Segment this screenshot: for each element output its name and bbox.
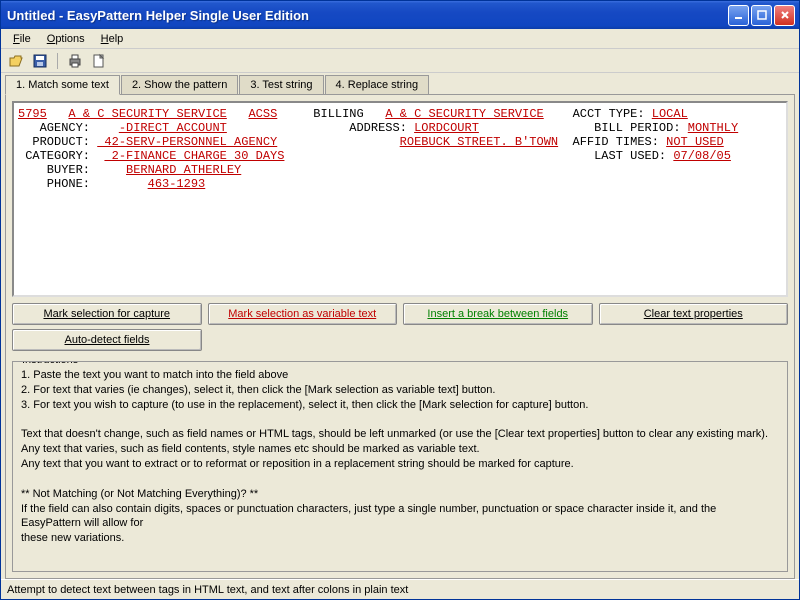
- field-label: CATEGORY:: [18, 149, 104, 163]
- print-icon[interactable]: [66, 52, 84, 70]
- field-value: LORDCOURT: [414, 121, 479, 135]
- statusbar: Attempt to detect text between tags in H…: [1, 579, 799, 599]
- field-value: MONTHLY: [688, 121, 738, 135]
- tab-match-text[interactable]: 1. Match some text: [5, 75, 120, 95]
- mark-capture-button[interactable]: Mark selection for capture: [12, 303, 202, 325]
- field-value: ACSS: [248, 107, 277, 121]
- maximize-button[interactable]: [751, 5, 772, 26]
- field-value: 07/08/05: [673, 149, 731, 163]
- field-label: PHONE:: [18, 177, 148, 191]
- field-value: -DIRECT ACCOUNT: [119, 121, 227, 135]
- close-button[interactable]: [774, 5, 795, 26]
- toolbar: [1, 49, 799, 73]
- field-value: LOCAL: [652, 107, 688, 121]
- menu-file[interactable]: File: [5, 31, 39, 47]
- field-label: BILLING: [313, 107, 385, 121]
- field-label: BILL PERIOD:: [594, 121, 688, 135]
- field-label: PRODUCT:: [18, 135, 97, 149]
- field-label: ACCT TYPE:: [573, 107, 652, 121]
- menu-help[interactable]: Help: [93, 31, 132, 47]
- minimize-button[interactable]: [728, 5, 749, 26]
- instructions-body: 1. Paste the text you want to match into…: [21, 368, 779, 546]
- titlebar: Untitled - EasyPattern Helper Single Use…: [1, 1, 799, 29]
- tabstrip: 1. Match some text 2. Show the pattern 3…: [1, 73, 799, 94]
- field-value: 463-1293: [148, 177, 206, 191]
- mark-variable-button[interactable]: Mark selection as variable text: [208, 303, 398, 325]
- field-value: 2-FINANCE CHARGE 30 DAYS: [104, 149, 284, 163]
- field-value: ROEBUCK STREET. B'TOWN: [400, 135, 558, 149]
- toolbar-separator: [57, 53, 58, 69]
- autodetect-button[interactable]: Auto-detect fields: [12, 329, 202, 351]
- match-text-pane[interactable]: 5795 A & C SECURITY SERVICE ACSS BILLING…: [12, 101, 788, 297]
- save-icon[interactable]: [31, 52, 49, 70]
- tab-test-string[interactable]: 3. Test string: [239, 75, 323, 95]
- field-label: AGENCY:: [18, 121, 119, 135]
- insert-break-button[interactable]: Insert a break between fields: [403, 303, 593, 325]
- window-buttons: [728, 5, 795, 26]
- field-label: AFFID TIMES:: [573, 135, 667, 149]
- menubar: File Options Help: [1, 29, 799, 49]
- instructions-label: Instructions: [19, 361, 81, 366]
- clear-props-button[interactable]: Clear text properties: [599, 303, 789, 325]
- tab-show-pattern[interactable]: 2. Show the pattern: [121, 75, 238, 95]
- button-row-1: Mark selection for capture Mark selectio…: [12, 303, 788, 325]
- new-icon[interactable]: [90, 52, 108, 70]
- statusbar-text: Attempt to detect text between tags in H…: [7, 584, 408, 596]
- field-label: ADDRESS:: [349, 121, 414, 135]
- field-value: BERNARD ATHERLEY: [126, 163, 241, 177]
- window-title: Untitled - EasyPattern Helper Single Use…: [5, 8, 728, 23]
- menu-options[interactable]: Options: [39, 31, 93, 47]
- tab-replace-string[interactable]: 4. Replace string: [325, 75, 430, 95]
- field-value: 42-SERV-PERSONNEL AGENCY: [97, 135, 277, 149]
- button-row-2: Auto-detect fields: [12, 329, 788, 351]
- field-value: A & C SECURITY SERVICE: [68, 107, 226, 121]
- tab-content: 5795 A & C SECURITY SERVICE ACSS BILLING…: [5, 94, 795, 579]
- field-label: BUYER:: [18, 163, 126, 177]
- field-label: LAST USED:: [594, 149, 673, 163]
- field-value: A & C SECURITY SERVICE: [385, 107, 543, 121]
- instructions-group: Instructions 1. Paste the text you want …: [12, 361, 788, 572]
- field-value: NOT USED: [666, 135, 724, 149]
- app-window: Untitled - EasyPattern Helper Single Use…: [0, 0, 800, 600]
- open-icon[interactable]: [7, 52, 25, 70]
- field-value: 5795: [18, 107, 47, 121]
